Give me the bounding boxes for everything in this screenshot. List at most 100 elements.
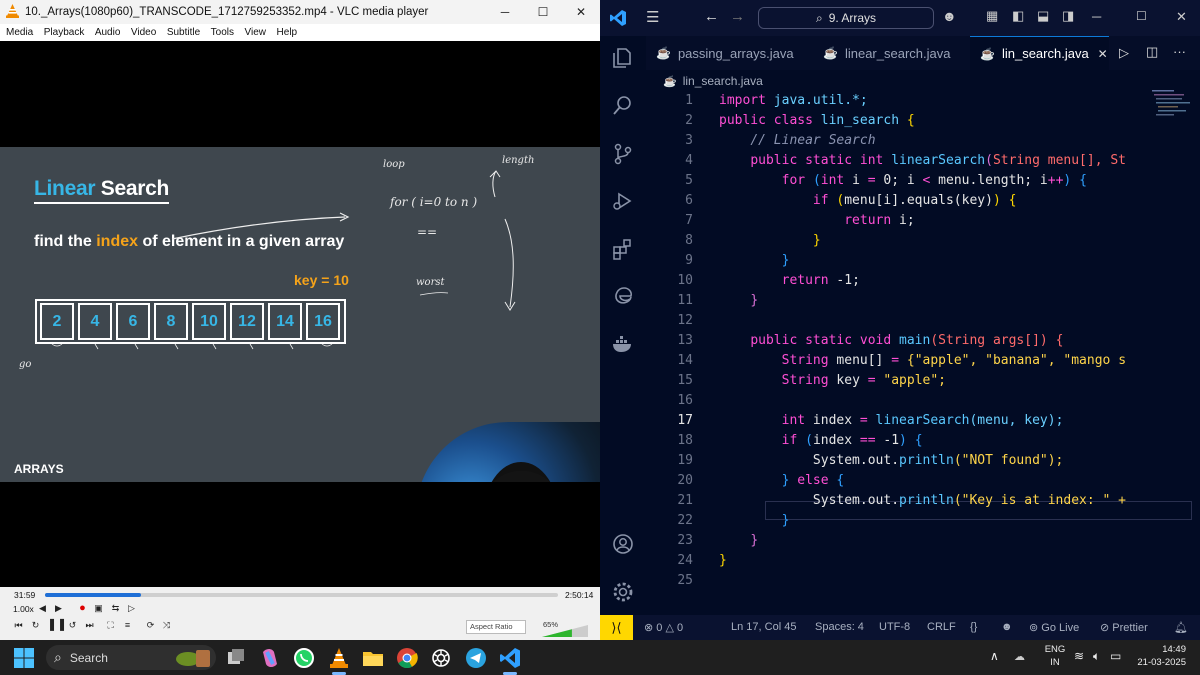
clock[interactable]: 14:49 21-03-2025 — [1128, 640, 1186, 675]
vlc-taskbar-icon[interactable] — [327, 646, 351, 670]
command-center-search[interactable]: ⌕ 9. Arrays — [758, 7, 934, 29]
language-mode[interactable]: {} — [970, 621, 977, 633]
chatgpt-icon[interactable] — [429, 646, 453, 670]
line-number: 9 — [685, 253, 693, 268]
telegram-icon[interactable] — [464, 646, 488, 670]
code-line: // Linear Search — [719, 133, 875, 148]
menu-video[interactable]: Video — [131, 27, 156, 38]
menu-view[interactable]: View — [245, 27, 267, 38]
whatsapp-icon[interactable] — [292, 646, 316, 670]
next-icon[interactable]: ⏭ — [84, 620, 95, 631]
menu-media[interactable]: Media — [6, 27, 33, 38]
breadcrumb[interactable]: ☕ lin_search.java — [663, 71, 763, 91]
copilot-status-icon[interactable]: ☻ — [1001, 621, 1013, 633]
tab-lin-search[interactable]: ☕ lin_search.java ✕ — [970, 36, 1109, 70]
close-icon[interactable]: ✕ — [1176, 9, 1187, 25]
task-view-icon[interactable] — [224, 646, 248, 670]
copilot-app-icon[interactable] — [258, 646, 282, 670]
menu-tools[interactable]: Tools — [211, 27, 234, 38]
taskbar-search[interactable]: ⌕ Search — [46, 645, 216, 670]
indentation[interactable]: Spaces: 4 — [815, 621, 864, 633]
extensions-icon[interactable] — [611, 237, 635, 261]
playback-rate[interactable]: 1.00x — [13, 604, 34, 614]
volume-icon[interactable]: 🔈︎ — [1093, 649, 1100, 664]
input-language[interactable]: ENG IN — [1040, 640, 1070, 675]
faster-icon[interactable]: ▶ — [53, 603, 64, 614]
hand-note-loop: loop — [383, 159, 405, 170]
split-editor-icon[interactable]: ◫ — [1146, 44, 1158, 60]
code-token: } — [781, 473, 798, 488]
error-count: 0 — [656, 622, 663, 634]
minimize-icon[interactable]: ─ — [1092, 9, 1101, 24]
source-control-icon[interactable] — [611, 142, 635, 166]
battery-icon[interactable]: ▭ — [1110, 649, 1121, 663]
slower-icon[interactable]: ◀ — [37, 603, 48, 614]
customize-layout-icon[interactable]: ▦ — [986, 8, 998, 24]
menu-help[interactable]: Help — [277, 27, 298, 38]
tab-linear-search[interactable]: ☕ linear_search.java — [813, 36, 970, 70]
tab-passing-arrays[interactable]: ☕ passing_arrays.java — [646, 36, 813, 70]
code-editor[interactable]: 1 2 3 4 5 6 7 8 9 10 11 12 13 14 15 16 1… — [646, 91, 1200, 591]
snapshot-icon[interactable]: ▣ — [93, 603, 104, 614]
line-number: 21 — [677, 493, 693, 508]
account-icon[interactable] — [611, 532, 635, 556]
docker-icon[interactable] — [611, 332, 635, 356]
minimize-icon[interactable]: ─ — [486, 0, 524, 24]
record-icon[interactable]: ● — [77, 603, 88, 614]
stop-icon[interactable]: ↻ — [30, 620, 41, 631]
line-ending[interactable]: CRLF — [927, 621, 956, 633]
repeat-icon[interactable]: ⟳ — [145, 620, 156, 631]
weather-icon[interactable]: ☁ — [1014, 650, 1025, 663]
close-icon[interactable]: ✕ — [562, 0, 600, 24]
more-actions-icon[interactable]: ··· — [1173, 44, 1186, 59]
cursor-position[interactable]: Ln 17, Col 45 — [731, 621, 796, 633]
pause-icon[interactable]: ❚❚ — [47, 618, 67, 630]
menu-audio[interactable]: Audio — [95, 27, 121, 38]
copilot-icon[interactable]: ☻ — [942, 8, 957, 24]
encoding[interactable]: UTF-8 — [879, 621, 910, 633]
vscode-taskbar-icon[interactable] — [498, 646, 522, 670]
loop-icon[interactable]: ↺ — [67, 620, 78, 631]
close-tab-icon[interactable]: ✕ — [1098, 47, 1108, 61]
extended-settings-icon[interactable]: ≡ — [122, 620, 133, 631]
edge-devtools-icon[interactable] — [611, 283, 635, 307]
search-icon[interactable] — [611, 93, 635, 117]
run-debug-icon[interactable] — [611, 189, 635, 213]
aspect-ratio-select[interactable]: Aspect Ratio — [466, 620, 526, 634]
show-hidden-icons-icon[interactable]: ∧ — [990, 649, 999, 663]
go-live-button[interactable]: ⊚ Go Live — [1029, 621, 1079, 634]
shuffle-icon[interactable]: ⤨ — [161, 620, 172, 631]
settings-gear-icon[interactable] — [611, 580, 635, 604]
maximize-icon[interactable]: ☐ — [1136, 9, 1147, 23]
back-arrow-icon[interactable]: ← — [704, 8, 719, 25]
video-area[interactable]: Linear Search find the index of element … — [0, 41, 600, 587]
remote-indicator-icon[interactable]: ⟩⟨ — [600, 615, 633, 640]
menu-playback[interactable]: Playback — [44, 27, 85, 38]
frame-step-icon[interactable]: ▷ — [126, 603, 137, 614]
notifications-bell-icon[interactable]: 🔔︎ — [1174, 621, 1188, 634]
previous-icon[interactable]: ⏮ — [13, 620, 24, 631]
run-icon[interactable]: ▷ — [1119, 45, 1129, 61]
wifi-icon[interactable]: ≋ — [1074, 649, 1084, 663]
explorer-icon[interactable] — [611, 46, 635, 70]
minimap[interactable] — [1146, 88, 1192, 128]
problems-indicator[interactable]: ⊗ 0 △ 0 — [644, 621, 683, 634]
forward-arrow-icon[interactable]: → — [730, 8, 745, 25]
maximize-icon[interactable]: ☐ — [524, 0, 562, 24]
toggle-secondary-sidebar-icon[interactable]: ◨ — [1062, 8, 1074, 24]
menu-subtitle[interactable]: Subtitle — [167, 27, 200, 38]
loop-ab-icon[interactable]: ⇆ — [110, 603, 121, 614]
file-explorer-icon[interactable] — [361, 646, 385, 670]
search-icon: ⌕ — [54, 649, 62, 665]
code-line: } — [719, 233, 821, 248]
fullscreen-icon[interactable]: ⛶ — [105, 620, 116, 631]
menu-hamburger-icon[interactable]: ☰ — [646, 8, 659, 26]
toggle-sidebar-icon[interactable]: ◧ — [1012, 8, 1024, 24]
chrome-icon[interactable] — [395, 646, 419, 670]
prettier-button[interactable]: ⊘ Prettier — [1100, 621, 1148, 634]
volume-slider[interactable] — [542, 625, 590, 637]
windows-start-icon[interactable] — [12, 646, 36, 670]
seek-bar[interactable] — [45, 593, 558, 597]
toggle-panel-icon[interactable]: ⬓ — [1037, 8, 1049, 24]
line-number: 11 — [677, 293, 693, 308]
